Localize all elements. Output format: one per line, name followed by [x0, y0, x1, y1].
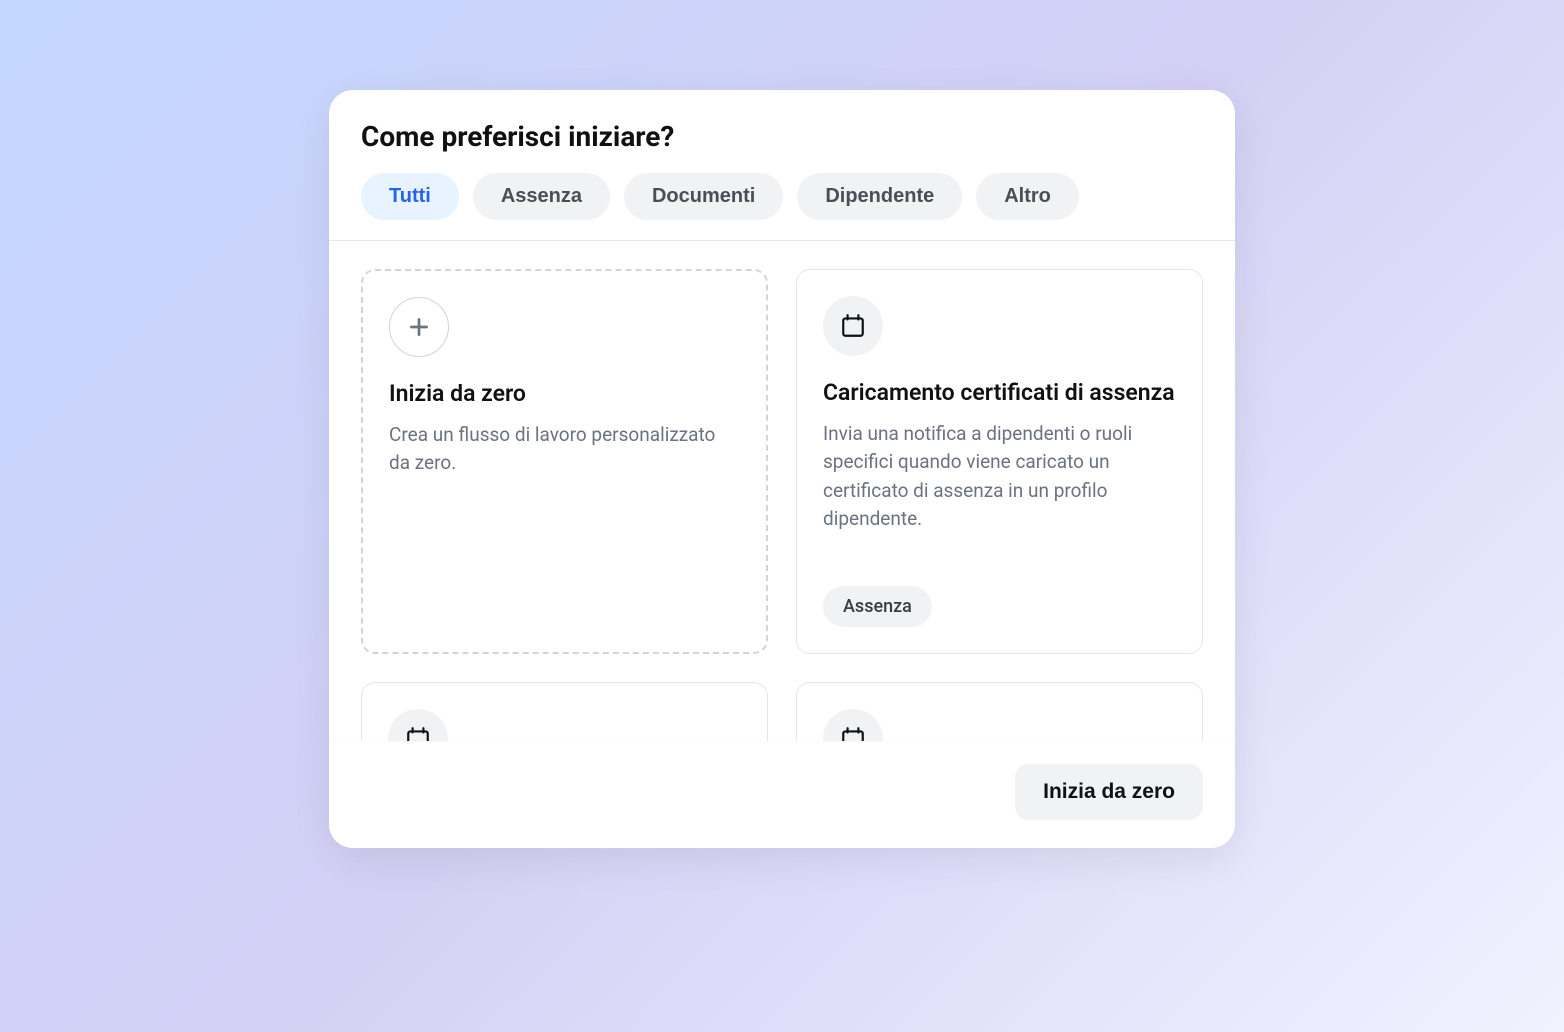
calendar-icon-wrapper: [823, 296, 883, 356]
card-title: Caricamento certificati di assenza: [823, 378, 1176, 408]
tab-assenza[interactable]: Assenza: [473, 173, 610, 220]
tab-tutti[interactable]: Tutti: [361, 173, 459, 220]
card-start-from-scratch[interactable]: Inizia da zero Crea un flusso di lavoro …: [361, 269, 768, 654]
card-absence-certificates[interactable]: Caricamento certificati di assenza Invia…: [796, 269, 1203, 654]
card-partial-left[interactable]: [361, 682, 768, 741]
card-title: Inizia da zero: [389, 379, 740, 409]
modal-footer: Inizia da zero: [329, 741, 1235, 848]
modal-title: Come preferisci iniziare?: [361, 120, 1203, 153]
start-from-scratch-button[interactable]: Inizia da zero: [1015, 764, 1203, 820]
card-tag: Assenza: [823, 586, 932, 627]
tab-documenti[interactable]: Documenti: [624, 173, 783, 220]
card-partial-right[interactable]: [796, 682, 1203, 741]
tab-dipendente[interactable]: Dipendente: [797, 173, 962, 220]
start-modal: Come preferisci iniziare? Tutti Assenza …: [329, 90, 1235, 848]
tab-altro[interactable]: Altro: [976, 173, 1079, 220]
card-description: Invia una notifica a dipendenti o ruoli …: [823, 420, 1176, 534]
modal-header: Come preferisci iniziare? Tutti Assenza …: [329, 90, 1235, 240]
tabs: Tutti Assenza Documenti Dipendente Altro: [361, 173, 1203, 220]
calendar-icon-wrapper: [388, 709, 448, 741]
calendar-icon: [405, 726, 431, 741]
calendar-icon: [840, 726, 866, 741]
plus-icon: [406, 314, 432, 340]
calendar-icon-wrapper: [823, 709, 883, 741]
plus-icon-wrapper: [389, 297, 449, 357]
calendar-icon: [840, 313, 866, 339]
modal-body: Inizia da zero Crea un flusso di lavoro …: [329, 241, 1235, 741]
card-description: Crea un flusso di lavoro personalizzato …: [389, 421, 740, 478]
card-grid: Inizia da zero Crea un flusso di lavoro …: [361, 269, 1203, 741]
